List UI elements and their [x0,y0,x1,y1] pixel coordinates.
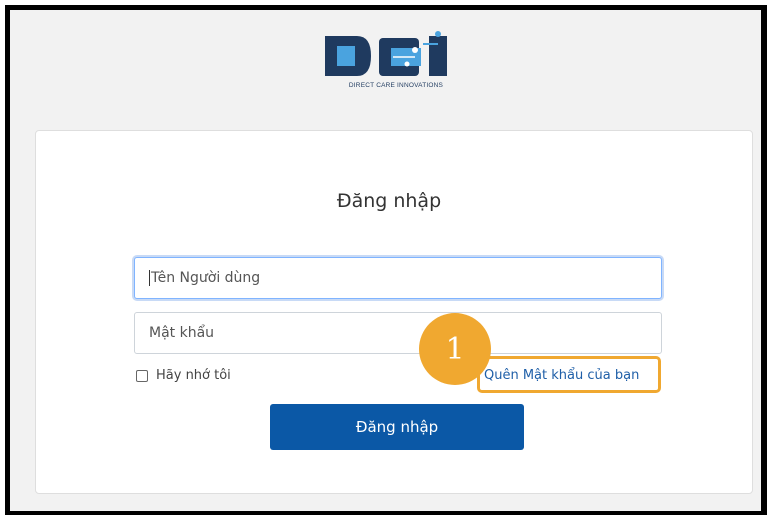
login-title: Đăng nhập [336,190,442,212]
text-caret [149,270,150,286]
password-input[interactable]: Mật khẩu [134,312,662,354]
dci-logo: DIRECT CARE INNOVATIONS [323,30,469,92]
remember-checkbox[interactable] [136,369,148,382]
forgot-password-link[interactable]: Quên Mật khẩu của bạn [484,368,639,383]
login-button-label: Đăng nhập [355,418,439,436]
remember-label: Hãy nhớ tôi [156,368,231,383]
logo-text: DIRECT CARE INNOVATIONS [348,82,444,89]
login-button[interactable]: Đăng nhập [270,404,524,450]
dci-logo-mark [325,31,447,76]
password-placeholder: Mật khẩu [149,325,215,341]
step-number-badge: 1 [419,313,491,385]
username-input[interactable]: Tên Người dùng [134,257,662,299]
username-placeholder: Tên Người dùng [151,270,261,286]
remember-me[interactable]: Hãy nhớ tôi [136,368,231,383]
